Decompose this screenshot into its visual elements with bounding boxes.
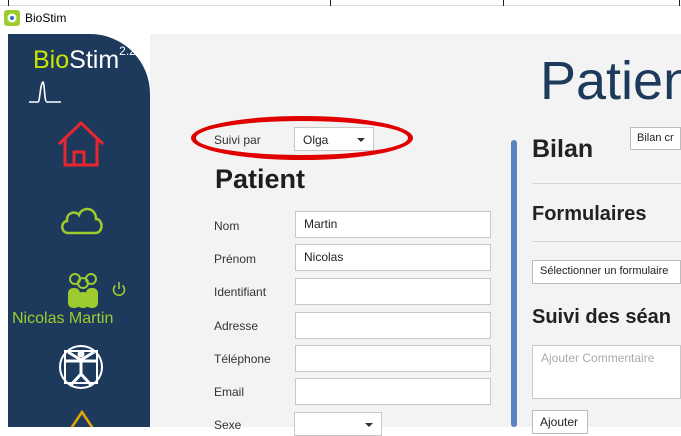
app-logo: BioStim2.2+ xyxy=(33,44,143,75)
home-icon[interactable] xyxy=(56,120,106,168)
strip-divider xyxy=(679,0,680,6)
separator xyxy=(532,183,681,184)
identifiant-label: Identifiant xyxy=(214,285,267,299)
email-label: Email xyxy=(214,385,245,399)
strip-divider xyxy=(8,0,9,6)
strip-divider xyxy=(330,0,331,6)
pulse-wave-icon xyxy=(28,80,61,103)
prenom-field[interactable]: Nicolas xyxy=(295,244,491,271)
add-comment-button[interactable]: Ajouter xyxy=(532,410,588,434)
identifiant-field[interactable] xyxy=(295,278,491,305)
warning-icon[interactable] xyxy=(68,410,96,427)
window-title: BioStim xyxy=(25,11,67,25)
logo-bio: Bio xyxy=(33,46,70,74)
window-left-edge xyxy=(0,34,8,427)
logo-version: 2.2+ xyxy=(119,44,143,58)
sexe-label: Sexe xyxy=(214,418,242,432)
chevron-down-icon xyxy=(357,138,365,142)
power-icon[interactable] xyxy=(111,281,127,297)
adresse-field[interactable] xyxy=(295,312,491,339)
sidebar: BioStim2.2+ Nicolas Martin xyxy=(8,34,150,427)
page-title: Patien xyxy=(540,51,681,111)
patients-group-icon[interactable] xyxy=(63,270,103,310)
section-divider xyxy=(511,140,517,427)
suivi-par-select[interactable]: Olga xyxy=(294,127,374,151)
logo-stim: Stim xyxy=(69,46,120,74)
nom-field[interactable]: Martin xyxy=(295,211,491,238)
formulaire-select[interactable]: Sélectionner un formulaire xyxy=(532,260,681,284)
vitruvian-man-icon[interactable] xyxy=(58,344,104,390)
biostim-app-icon xyxy=(4,10,20,26)
chevron-down-icon xyxy=(365,423,373,427)
cloud-icon[interactable] xyxy=(58,200,104,236)
patient-heading: Patient xyxy=(215,164,306,194)
adresse-label: Adresse xyxy=(214,319,259,333)
prenom-label: Prénom xyxy=(214,252,257,266)
comment-textarea[interactable]: Ajouter Commentaire xyxy=(532,345,681,399)
telephone-field[interactable] xyxy=(295,345,491,372)
suivi-par-value: Olga xyxy=(303,133,329,147)
nom-label: Nom xyxy=(214,219,240,233)
email-field[interactable] xyxy=(295,378,491,405)
sexe-select[interactable] xyxy=(294,412,382,436)
suivi-par-label: Suivi par xyxy=(214,133,261,147)
separator xyxy=(532,241,681,242)
suivi-seances-heading: Suivi des séan xyxy=(532,306,671,328)
strip-divider xyxy=(503,0,504,6)
telephone-label: Téléphone xyxy=(214,352,271,366)
top-strip xyxy=(0,0,681,6)
title-bar: BioStim xyxy=(0,0,681,34)
bilan-heading: Bilan xyxy=(532,135,594,163)
user-name[interactable]: Nicolas Martin xyxy=(12,310,113,328)
bilan-create-button[interactable]: Bilan cr xyxy=(630,127,681,150)
formulaires-heading: Formulaires xyxy=(532,203,647,225)
